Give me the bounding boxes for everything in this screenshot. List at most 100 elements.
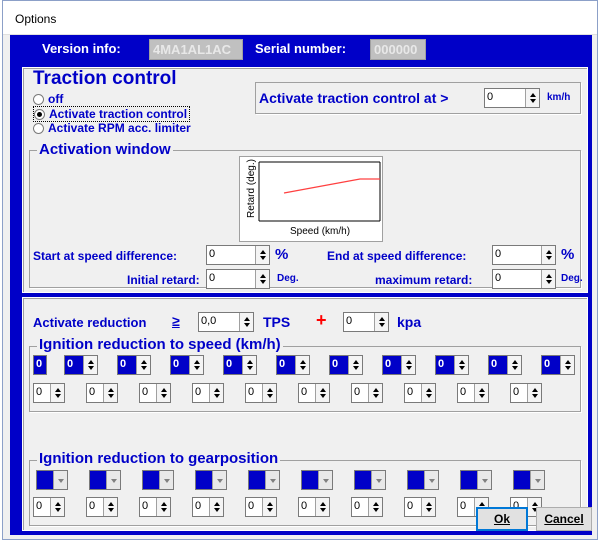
activate-at-spinner[interactable]: 0: [484, 88, 540, 108]
gear-bottom-spinner-1[interactable]: 0: [86, 497, 118, 517]
gear-bottom-spinner-3[interactable]: 0: [192, 497, 224, 517]
speed-bottom-spinner-5-spin-buttons[interactable]: [315, 384, 329, 402]
chevron-down-icon[interactable]: [265, 471, 279, 489]
kpa-spinner[interactable]: 0: [343, 312, 389, 332]
speed-top-spinner-0[interactable]: 0: [33, 355, 47, 375]
gear-combo-8[interactable]: [460, 470, 492, 490]
speed-top-spinner-5-spin-buttons[interactable]: [295, 356, 309, 374]
initial-retard-spinner[interactable]: 0: [206, 269, 270, 289]
chevron-down-icon[interactable]: [212, 471, 226, 489]
gear-combo-4[interactable]: [248, 470, 280, 490]
gear-bottom-spinner-0-spin-buttons[interactable]: [50, 498, 64, 516]
speed-bottom-spinner-8[interactable]: 0: [457, 383, 489, 403]
speed-bottom-spinner-7-spin-buttons[interactable]: [421, 384, 435, 402]
gear-combo-3[interactable]: [195, 470, 227, 490]
speed-bottom-spinner-7[interactable]: 0: [404, 383, 436, 403]
gear-bottom-spinner-6[interactable]: 0: [351, 497, 383, 517]
end-speed-diff-spin-buttons[interactable]: [541, 246, 555, 264]
speed-top-spinner-2[interactable]: 0: [117, 355, 151, 375]
speed-bottom-spinner-3-spin-buttons[interactable]: [209, 384, 223, 402]
gear-bottom-spinner-6-spin-buttons[interactable]: [368, 498, 382, 516]
speed-top-spinner-2-spin-buttons[interactable]: [136, 356, 150, 374]
activate-at-spin-buttons[interactable]: [525, 89, 539, 107]
radio-rpm-limiter-circle[interactable]: [33, 122, 44, 134]
end-speed-diff-spinner[interactable]: 0: [492, 245, 556, 265]
speed-bottom-spinner-4[interactable]: 0: [245, 383, 277, 403]
chevron-down-icon[interactable]: [53, 471, 67, 489]
gear-bottom-spinner-3-spin-buttons[interactable]: [209, 498, 223, 516]
speed-top-spinner-3-spin-buttons[interactable]: [189, 356, 203, 374]
gear-bottom-spinner-1-spin-buttons[interactable]: [103, 498, 117, 516]
gear-combo-9[interactable]: [513, 470, 545, 490]
speed-top-spinner-4-spin-buttons[interactable]: [242, 356, 256, 374]
gear-bottom-spinner-7-spin-buttons[interactable]: [421, 498, 435, 516]
speed-bottom-spinner-6-spin-buttons[interactable]: [368, 384, 382, 402]
speed-top-spinner-9[interactable]: 0: [488, 355, 522, 375]
speed-top-spinner-6-spin-buttons[interactable]: [348, 356, 362, 374]
title-bar[interactable]: Options: [3, 1, 597, 35]
radio-rpm-limiter[interactable]: Activate RPM acc. limiter: [33, 121, 191, 135]
gear-bottom-spinner-4-spin-buttons[interactable]: [262, 498, 276, 516]
maximum-retard-spinner[interactable]: 0: [492, 269, 556, 289]
chevron-down-icon[interactable]: [477, 471, 491, 489]
gear-combo-0[interactable]: [36, 470, 68, 490]
tps-spinner[interactable]: 0,0: [198, 312, 254, 332]
speed-top-spinner-3[interactable]: 0: [170, 355, 204, 375]
speed-bottom-spinner-3[interactable]: 0: [192, 383, 224, 403]
cancel-button[interactable]: Cancel: [536, 507, 592, 531]
gear-bottom-spinner-5[interactable]: 0: [298, 497, 330, 517]
gear-combo-6[interactable]: [354, 470, 386, 490]
speed-bottom-spinner-2-spin-buttons[interactable]: [156, 384, 170, 402]
speed-bottom-spinner-0[interactable]: 0: [33, 383, 65, 403]
speed-top-spinner-10[interactable]: 0: [541, 355, 575, 375]
chevron-down-icon[interactable]: [371, 471, 385, 489]
gear-combo-7[interactable]: [407, 470, 439, 490]
ok-button[interactable]: Ok: [476, 507, 528, 531]
tps-spin-buttons[interactable]: [239, 313, 253, 331]
chevron-down-icon[interactable]: [424, 471, 438, 489]
speed-top-spinner-10-spin-buttons[interactable]: [560, 356, 574, 374]
speed-top-spinner-6[interactable]: 0: [329, 355, 363, 375]
speed-bottom-spinner-0-spin-buttons[interactable]: [50, 384, 64, 402]
start-speed-diff-spinner[interactable]: 0: [206, 245, 270, 265]
speed-bottom-spinner-1-spin-buttons[interactable]: [103, 384, 117, 402]
gear-bottom-spinner-4[interactable]: 0: [245, 497, 277, 517]
speed-bottom-spinner-8-spin-buttons[interactable]: [474, 384, 488, 402]
gear-combo-2[interactable]: [142, 470, 174, 490]
speed-top-spinner-1[interactable]: 0: [64, 355, 98, 375]
radio-off-circle[interactable]: [33, 93, 44, 105]
gear-combo-1[interactable]: [89, 470, 121, 490]
gear-bottom-spinner-7[interactable]: 0: [404, 497, 436, 517]
speed-top-spinner-4[interactable]: 0: [223, 355, 257, 375]
chevron-down-icon[interactable]: [106, 471, 120, 489]
gear-bottom-spinner-0[interactable]: 0: [33, 497, 65, 517]
gear-combo-5[interactable]: [301, 470, 333, 490]
speed-top-spinner-1-spin-buttons[interactable]: [83, 356, 97, 374]
speed-top-spinner-8[interactable]: 0: [435, 355, 469, 375]
initial-retard-spin-buttons[interactable]: [255, 270, 269, 288]
gear-bottom-spinner-5-spin-buttons[interactable]: [315, 498, 329, 516]
start-speed-diff-spin-buttons[interactable]: [255, 246, 269, 264]
speed-top-spinner-5[interactable]: 0: [276, 355, 310, 375]
radio-activate-traction-circle[interactable]: [34, 108, 45, 120]
speed-top-spinner-9-spin-buttons[interactable]: [507, 356, 521, 374]
speed-top-spinner-7-spin-buttons[interactable]: [401, 356, 415, 374]
speed-bottom-spinner-5[interactable]: 0: [298, 383, 330, 403]
speed-bottom-spinner-9-spin-buttons[interactable]: [527, 384, 541, 402]
speed-top-spinner-7[interactable]: 0: [382, 355, 416, 375]
chevron-down-icon[interactable]: [159, 471, 173, 489]
speed-top-spinner-8-spin-buttons[interactable]: [454, 356, 468, 374]
chevron-down-icon[interactable]: [530, 471, 544, 489]
speed-bottom-spinner-2[interactable]: 0: [139, 383, 171, 403]
speed-bottom-spinner-9[interactable]: 0: [510, 383, 542, 403]
radio-off[interactable]: off: [33, 92, 63, 106]
kpa-spin-buttons[interactable]: [374, 313, 388, 331]
gear-bottom-spinner-2[interactable]: 0: [139, 497, 171, 517]
radio-activate-traction[interactable]: Activate traction control: [33, 106, 191, 122]
speed-bottom-spinner-1[interactable]: 0: [86, 383, 118, 403]
maximum-retard-spin-buttons[interactable]: [541, 270, 555, 288]
speed-bottom-spinner-6[interactable]: 0: [351, 383, 383, 403]
gear-bottom-spinner-2-spin-buttons[interactable]: [156, 498, 170, 516]
chevron-down-icon[interactable]: [318, 471, 332, 489]
speed-bottom-spinner-4-spin-buttons[interactable]: [262, 384, 276, 402]
